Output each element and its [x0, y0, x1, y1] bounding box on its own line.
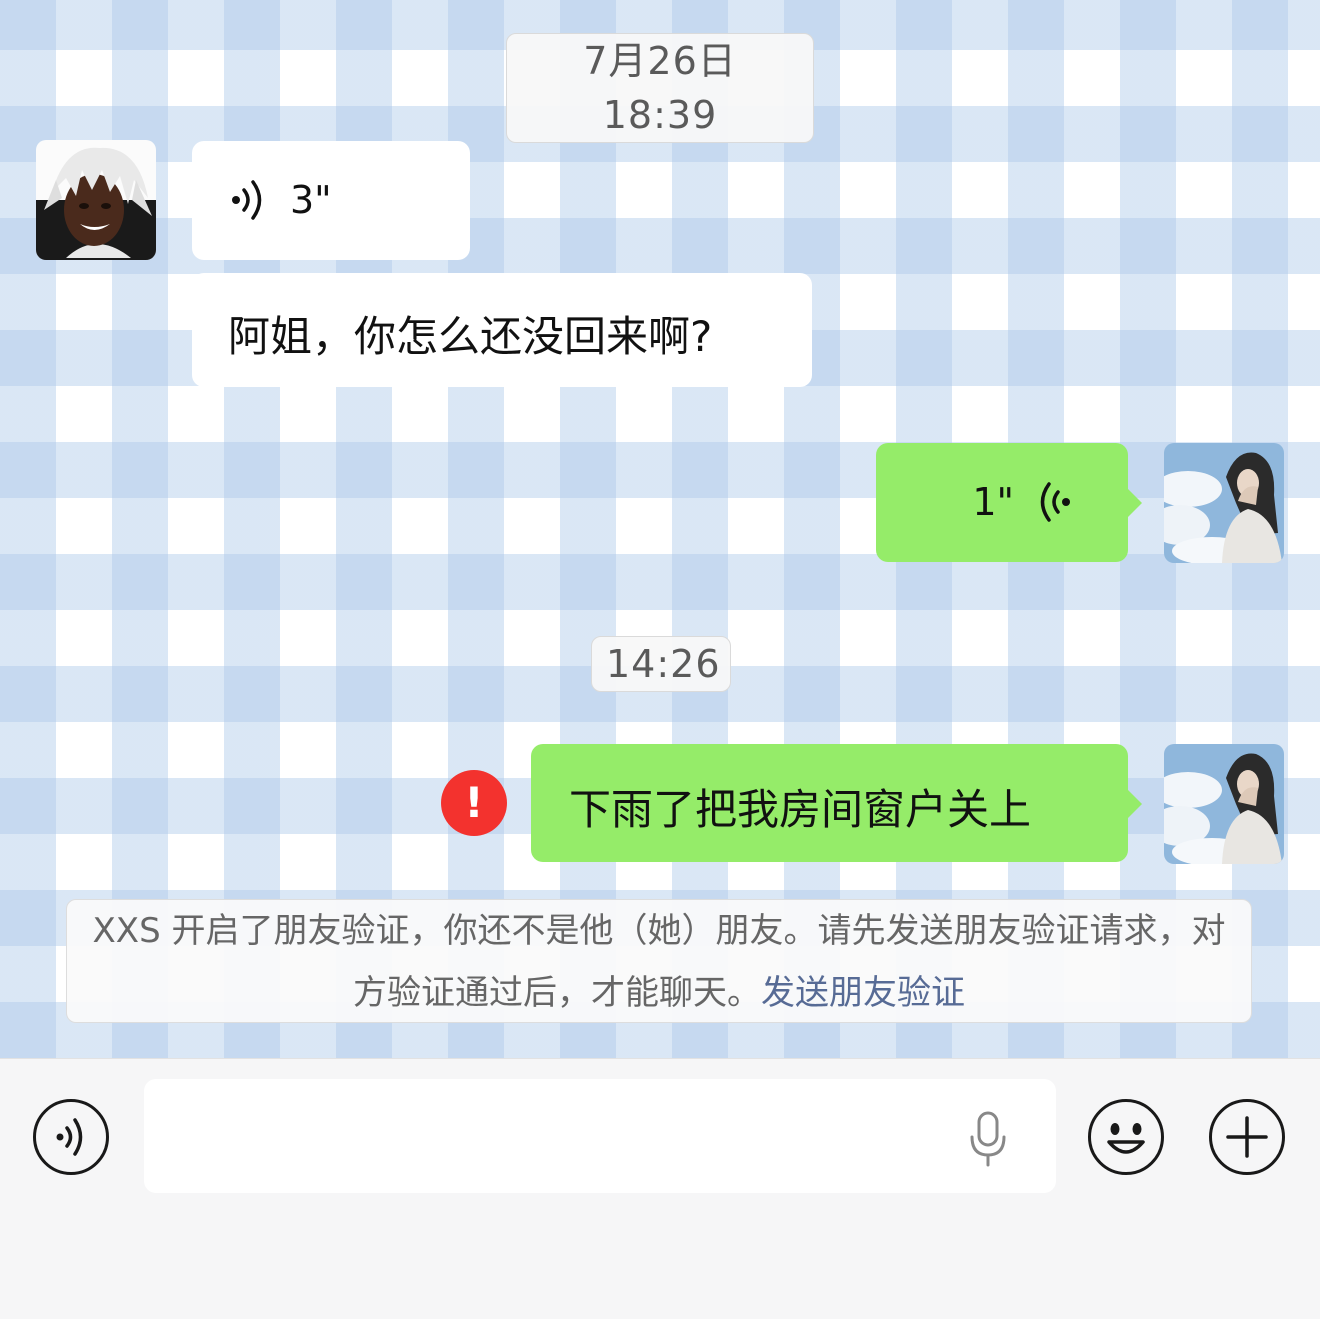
incoming-text-bubble[interactable]: 阿姐，你怎么还没回来啊? [192, 273, 812, 387]
own-avatar[interactable] [1164, 443, 1284, 563]
more-button[interactable] [1209, 1099, 1285, 1175]
plus-icon [1226, 1116, 1268, 1158]
message-text: 下雨了把我房间窗户关上 [569, 785, 1032, 834]
message-input[interactable] [144, 1079, 1056, 1193]
incoming-voice-bubble[interactable]: 3" [178, 141, 470, 260]
emoji-icon [1107, 1123, 1145, 1154]
input-bar [0, 1058, 1320, 1319]
voice-duration: 3" [290, 178, 332, 222]
voice-mode-button[interactable] [33, 1099, 109, 1175]
emoji-button[interactable] [1088, 1099, 1164, 1175]
own-avatar[interactable] [1164, 744, 1284, 864]
timestamp: 14:26 [591, 636, 731, 692]
contact-avatar[interactable] [36, 140, 156, 260]
voice-mode-icon [56, 1118, 83, 1156]
friend-verification-notice: XXS 开启了朋友验证，你还不是他（她）朋友。请先发送朋友验证请求，对方验证通过… [66, 899, 1252, 1023]
microphone-icon[interactable] [964, 1109, 1014, 1169]
voice-playback-icon [232, 180, 262, 220]
send-friend-request-link[interactable]: 发送朋友验证 [761, 973, 965, 1013]
outgoing-voice-bubble[interactable]: 1" [876, 443, 1142, 562]
voice-duration: 1" [972, 480, 1014, 524]
voice-playback-icon [1040, 482, 1070, 522]
timestamp: 7月26日 18:39 [506, 33, 814, 143]
chat-area: 7月26日 18:39 3" 阿姐，你怎么还没回来啊? 1" 14:26 ! 下… [0, 0, 1320, 1058]
message-text: 阿姐，你怎么还没回来啊? [228, 312, 713, 361]
outgoing-text-bubble[interactable]: 下雨了把我房间窗户关上 [531, 744, 1142, 862]
notice-text: XXS 开启了朋友验证，你还不是他（她）朋友。请先发送朋友验证请求，对方验证通过… [92, 911, 1226, 1013]
send-failed-icon[interactable]: ! [441, 770, 507, 836]
